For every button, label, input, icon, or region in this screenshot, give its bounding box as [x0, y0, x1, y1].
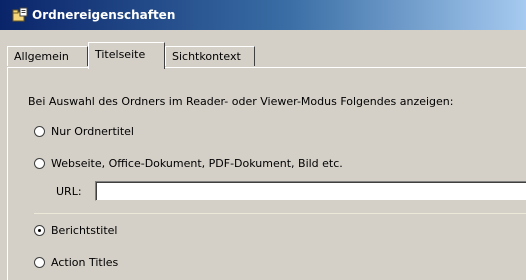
tab-sichtkontext[interactable]: Sichtkontext: [165, 46, 255, 66]
separator: [34, 213, 526, 214]
option-action-titles[interactable]: Action Titles: [34, 254, 118, 270]
tab-strip: Allgemein Titelseite Sichtkontext: [7, 42, 526, 69]
option-label: Webseite, Office-Dokument, PDF-Dokument,…: [51, 156, 343, 170]
tab-label: Titelseite: [95, 48, 146, 61]
option-berichtstitel[interactable]: Berichtstitel: [34, 222, 117, 238]
option-nur-ordnertitel[interactable]: Nur Ordnertitel: [34, 123, 134, 139]
radio-button[interactable]: [34, 125, 45, 137]
tab-label: Allgemein: [14, 50, 69, 63]
radio-button[interactable]: [34, 157, 45, 169]
radio-button[interactable]: [34, 256, 45, 268]
radio-button-selected[interactable]: [34, 224, 45, 236]
option-label: Action Titles: [51, 255, 119, 269]
folder-properties-icon: [12, 7, 28, 23]
tab-label: Sichtkontext: [172, 50, 241, 63]
tab-allgemein[interactable]: Allgemein: [7, 46, 88, 66]
option-label: Berichtstitel: [51, 223, 118, 237]
url-input[interactable]: [95, 181, 526, 201]
window-title: Ordnereigenschaften: [32, 8, 176, 22]
url-label: URL:: [56, 185, 82, 198]
window-frame: [0, 30, 7, 280]
option-label: Nur Ordnertitel: [51, 124, 134, 138]
option-webseite[interactable]: Webseite, Office-Dokument, PDF-Dokument,…: [34, 155, 343, 171]
tab-titelseite[interactable]: Titelseite: [88, 42, 165, 69]
intro-text: Bei Auswahl des Ordners im Reader- oder …: [28, 95, 454, 108]
title-bar: Ordnereigenschaften: [0, 0, 526, 30]
